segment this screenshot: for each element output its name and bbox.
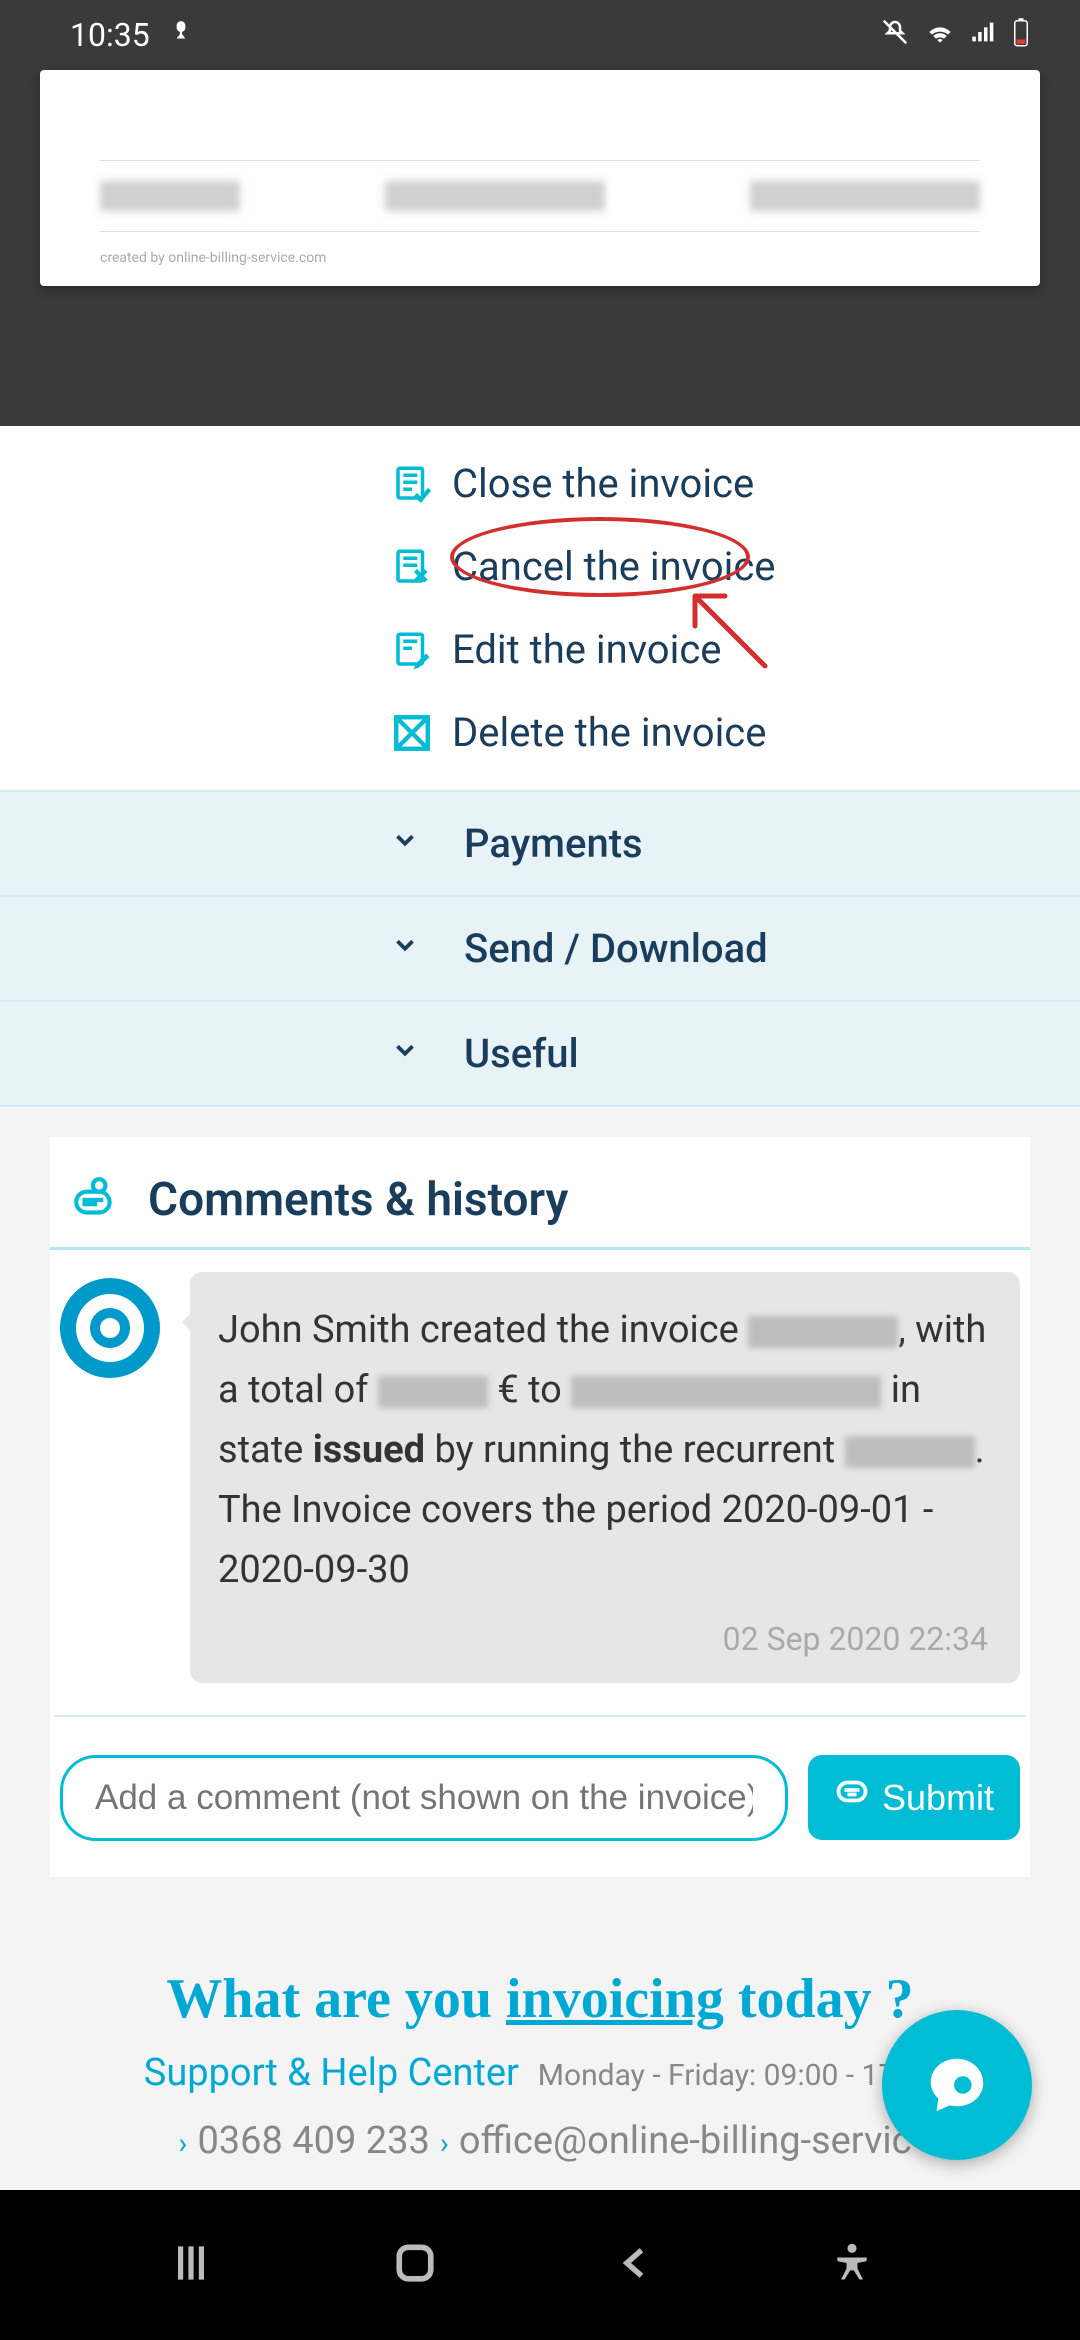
invoice-preview-card: created by online-billing-service.com (40, 70, 1040, 286)
submit-label: Submit (882, 1777, 994, 1819)
edit-invoice-icon (390, 628, 434, 672)
home-button[interactable] (388, 2236, 442, 2294)
accessibility-button[interactable] (830, 2241, 874, 2289)
delete-invoice-icon (390, 711, 434, 755)
accordion-useful[interactable]: Useful (0, 1002, 1080, 1107)
support-phone[interactable]: 0368 409 233 (197, 2119, 429, 2163)
comment-input[interactable] (60, 1755, 788, 1841)
avatar (60, 1278, 160, 1378)
status-time: 10:35 (70, 16, 150, 54)
comment-bubble: John Smith created the invoice , with a … (190, 1272, 1020, 1683)
delete-invoice-action[interactable]: Delete the invoice (0, 691, 1080, 774)
contact-line: ›0368 409 233›office@online-billing-serv… (50, 2119, 1030, 2163)
android-status-bar: 10:35 (0, 0, 1080, 70)
invoice-footer-text: created by online-billing-service.com (100, 250, 980, 266)
accordion-send-download-label: Send / Download (464, 925, 768, 972)
vibrate-icon (880, 17, 910, 54)
recents-button[interactable] (166, 2238, 216, 2292)
cancel-invoice-label: Cancel the invoice (452, 543, 776, 590)
invoice-actions: Close the invoice Cancel the invoice Edi… (0, 426, 1080, 790)
chat-fab[interactable] (882, 2010, 1032, 2160)
comments-header: Comments & history (50, 1137, 1030, 1247)
comments-icon (70, 1175, 120, 1225)
delete-invoice-label: Delete the invoice (452, 709, 766, 756)
accordion-send-download[interactable]: Send / Download (0, 897, 1080, 1002)
comments-section: Comments & history John Smith created th… (50, 1137, 1030, 1877)
chevron-down-icon (390, 825, 426, 862)
battery-icon (1012, 17, 1030, 54)
chevron-down-icon (390, 930, 426, 967)
tagline: What are you invoicing today ? (50, 1967, 1030, 2031)
submit-comment-button[interactable]: Submit (808, 1755, 1020, 1840)
comment-entry: John Smith created the invoice , with a … (50, 1272, 1030, 1683)
accordion: Payments Send / Download Useful (0, 790, 1080, 1107)
close-invoice-icon (390, 462, 434, 506)
cancel-invoice-action[interactable]: Cancel the invoice (0, 525, 1080, 608)
comment-timestamp: 02 Sep 2020 22:34 (218, 1614, 988, 1665)
chat-bubble-icon (922, 2050, 992, 2120)
close-invoice-label: Close the invoice (452, 460, 754, 507)
close-invoice-action[interactable]: Close the invoice (0, 442, 1080, 525)
wifi-icon (924, 16, 956, 55)
cancel-invoice-icon (390, 545, 434, 589)
invoice-row (100, 160, 980, 232)
comments-header-label: Comments & history (148, 1173, 568, 1227)
invoice-preview-area: created by online-billing-service.com (0, 70, 1080, 426)
back-button[interactable] (614, 2241, 658, 2289)
edit-invoice-action[interactable]: Edit the invoice (0, 608, 1080, 691)
app-indicator-icon (168, 19, 194, 52)
edit-invoice-label: Edit the invoice (452, 626, 722, 673)
accordion-payments[interactable]: Payments (0, 792, 1080, 897)
chat-icon (834, 1775, 870, 1820)
accordion-payments-label: Payments (464, 820, 643, 867)
signal-icon (970, 18, 998, 53)
accordion-useful-label: Useful (464, 1030, 579, 1077)
chevron-down-icon (390, 1035, 426, 1072)
support-email[interactable]: office@online-billing-servic (459, 2119, 912, 2163)
android-nav-bar (0, 2190, 1080, 2340)
